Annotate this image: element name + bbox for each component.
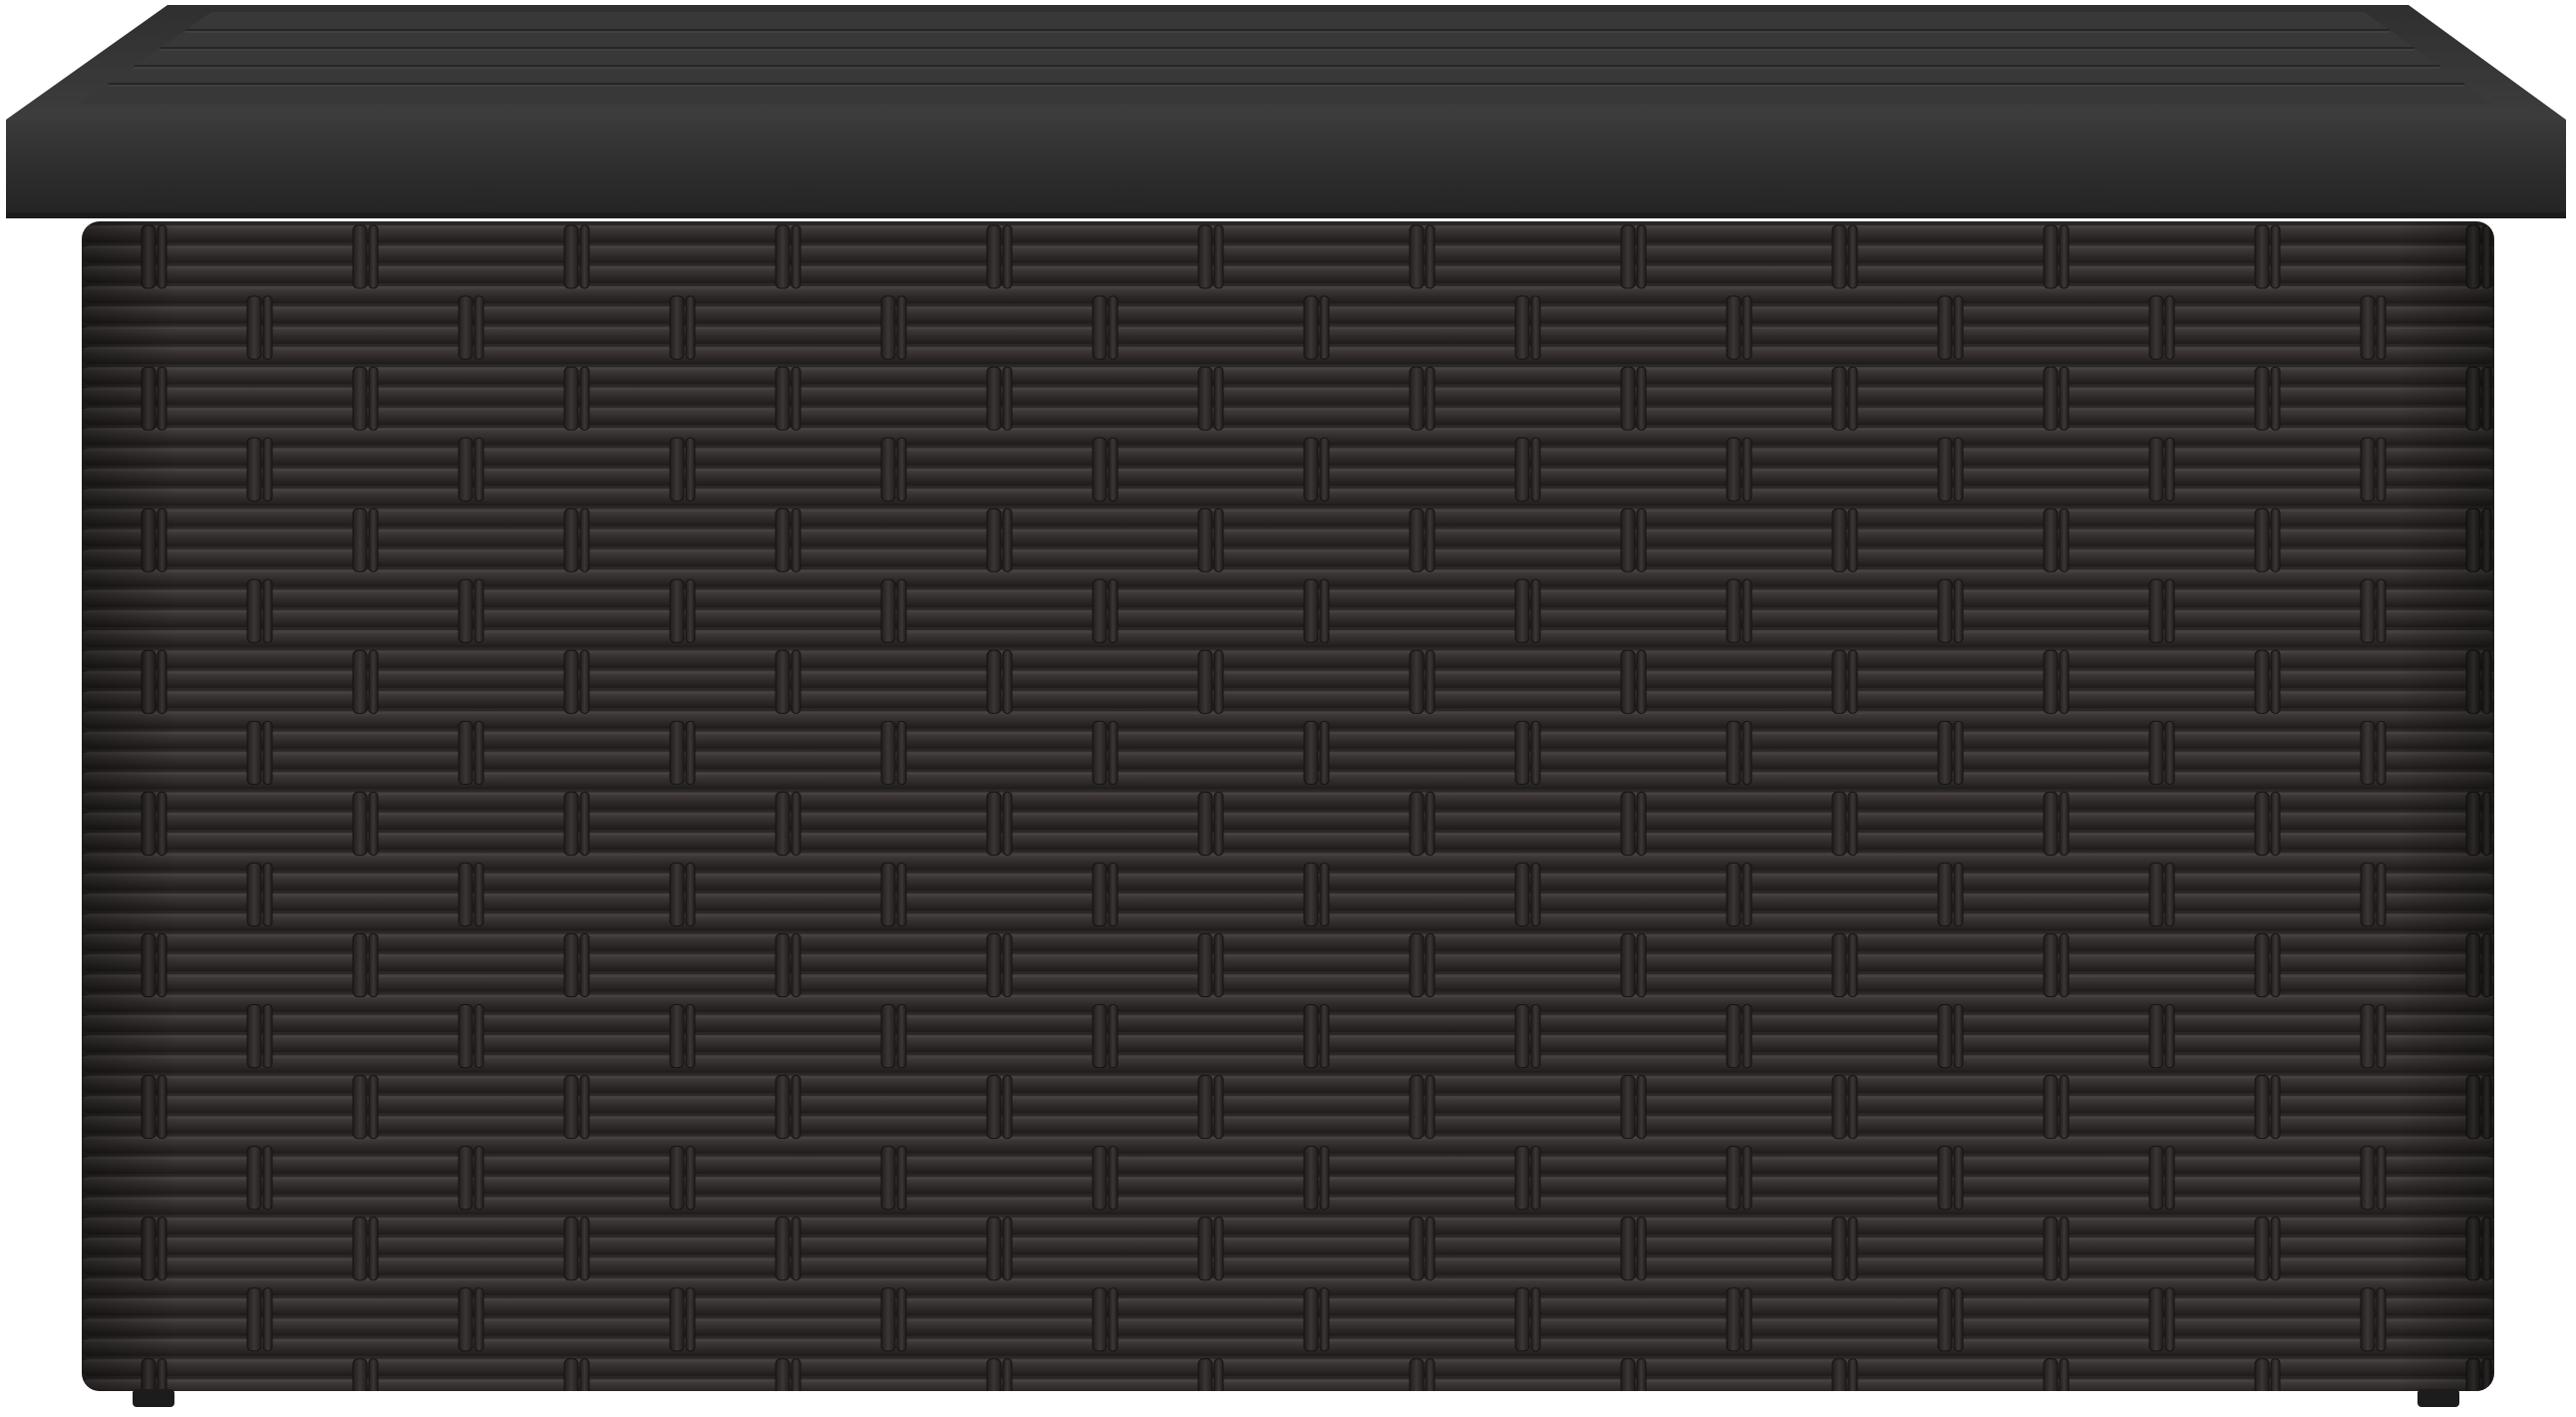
feet [133,1389,2459,1407]
lid [6,5,2566,218]
lid-top-inset [80,12,2492,104]
lid-front-edge [6,120,2566,217]
left-foot [133,1389,174,1407]
right-foot [2417,1389,2459,1407]
wicker-body [82,221,2494,1391]
product-photo [0,0,2576,1417]
storage-box-illustration [6,5,2566,1407]
